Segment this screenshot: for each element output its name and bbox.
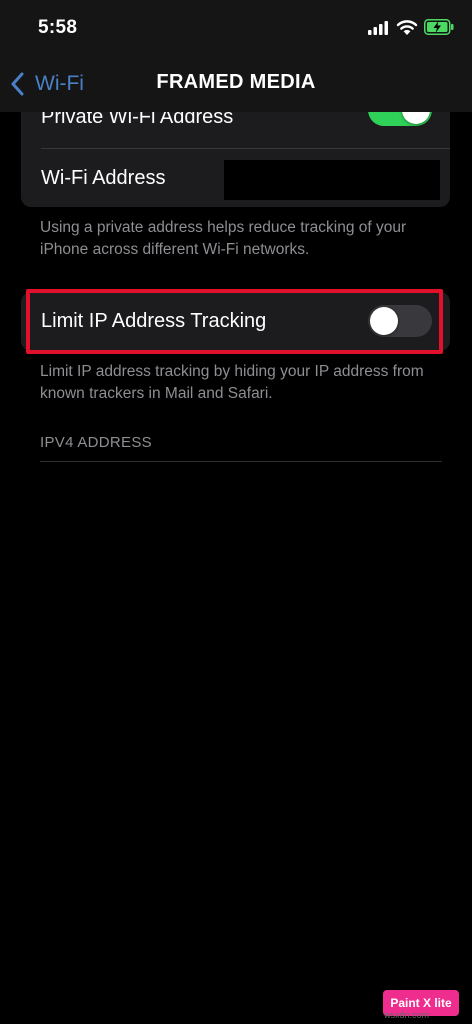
row-divider: [41, 148, 450, 149]
section-divider: [40, 461, 442, 462]
private-address-footer: Using a private address helps reduce tra…: [40, 219, 407, 258]
limit-tracking-footer: Limit IP address tracking by hiding your…: [40, 363, 424, 402]
cellular-signal-icon: [368, 21, 388, 35]
wifi-address-label: Wi-Fi Address: [41, 167, 166, 189]
highlight-box: [26, 289, 443, 354]
watermark-domain: wsxdn.com: [384, 1010, 430, 1020]
status-bar: 5:58: [0, 0, 472, 56]
page-title: FRAMED MEDIA: [156, 71, 316, 93]
wifi-signal-icon: [396, 20, 418, 35]
battery-charging-icon: [424, 19, 454, 35]
ipv4-section-header: IPV4 ADDRESS: [40, 434, 152, 451]
navigation-bar: Wi-Fi FRAMED MEDIA: [0, 56, 472, 112]
redacted-wifi-address-value: [224, 160, 440, 200]
status-time: 5:58: [38, 17, 78, 38]
